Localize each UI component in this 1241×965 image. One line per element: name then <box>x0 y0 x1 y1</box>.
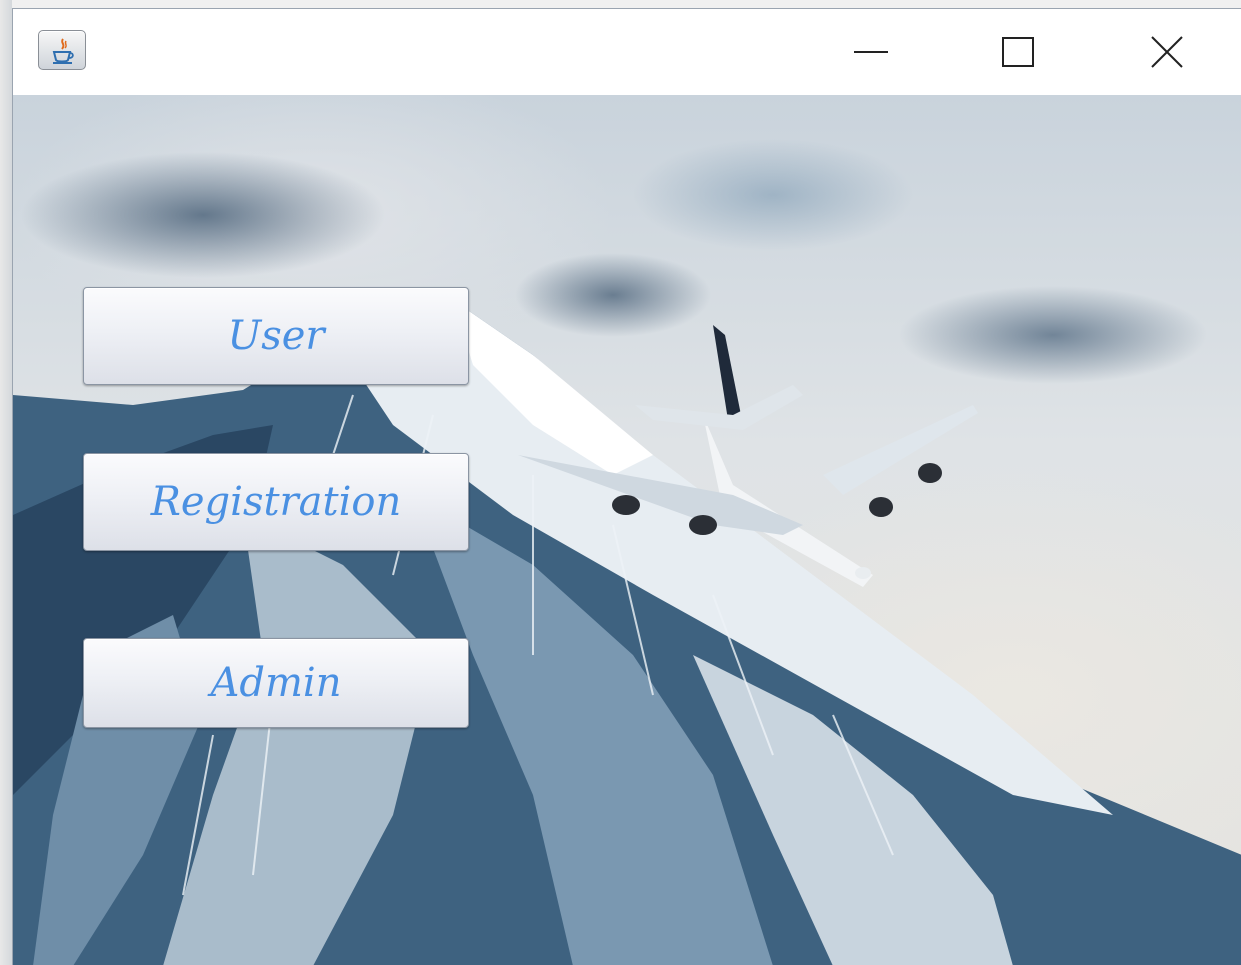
registration-button[interactable]: Registration <box>83 453 469 551</box>
maximize-button[interactable] <box>948 9 1088 95</box>
java-coffee-cup-icon[interactable] <box>38 30 86 70</box>
title-bar[interactable] <box>13 9 1241 95</box>
admin-button[interactable]: Admin <box>83 638 469 728</box>
maximize-icon <box>1002 37 1034 67</box>
close-icon <box>1151 36 1183 68</box>
app-window: User Registration Admin <box>12 8 1241 965</box>
user-button[interactable]: User <box>83 287 469 385</box>
close-button[interactable] <box>1097 9 1237 95</box>
minimize-button[interactable] <box>801 9 941 95</box>
desktop-edge <box>0 0 12 965</box>
main-panel: User Registration Admin <box>13 95 1241 965</box>
minimize-icon <box>854 51 888 53</box>
